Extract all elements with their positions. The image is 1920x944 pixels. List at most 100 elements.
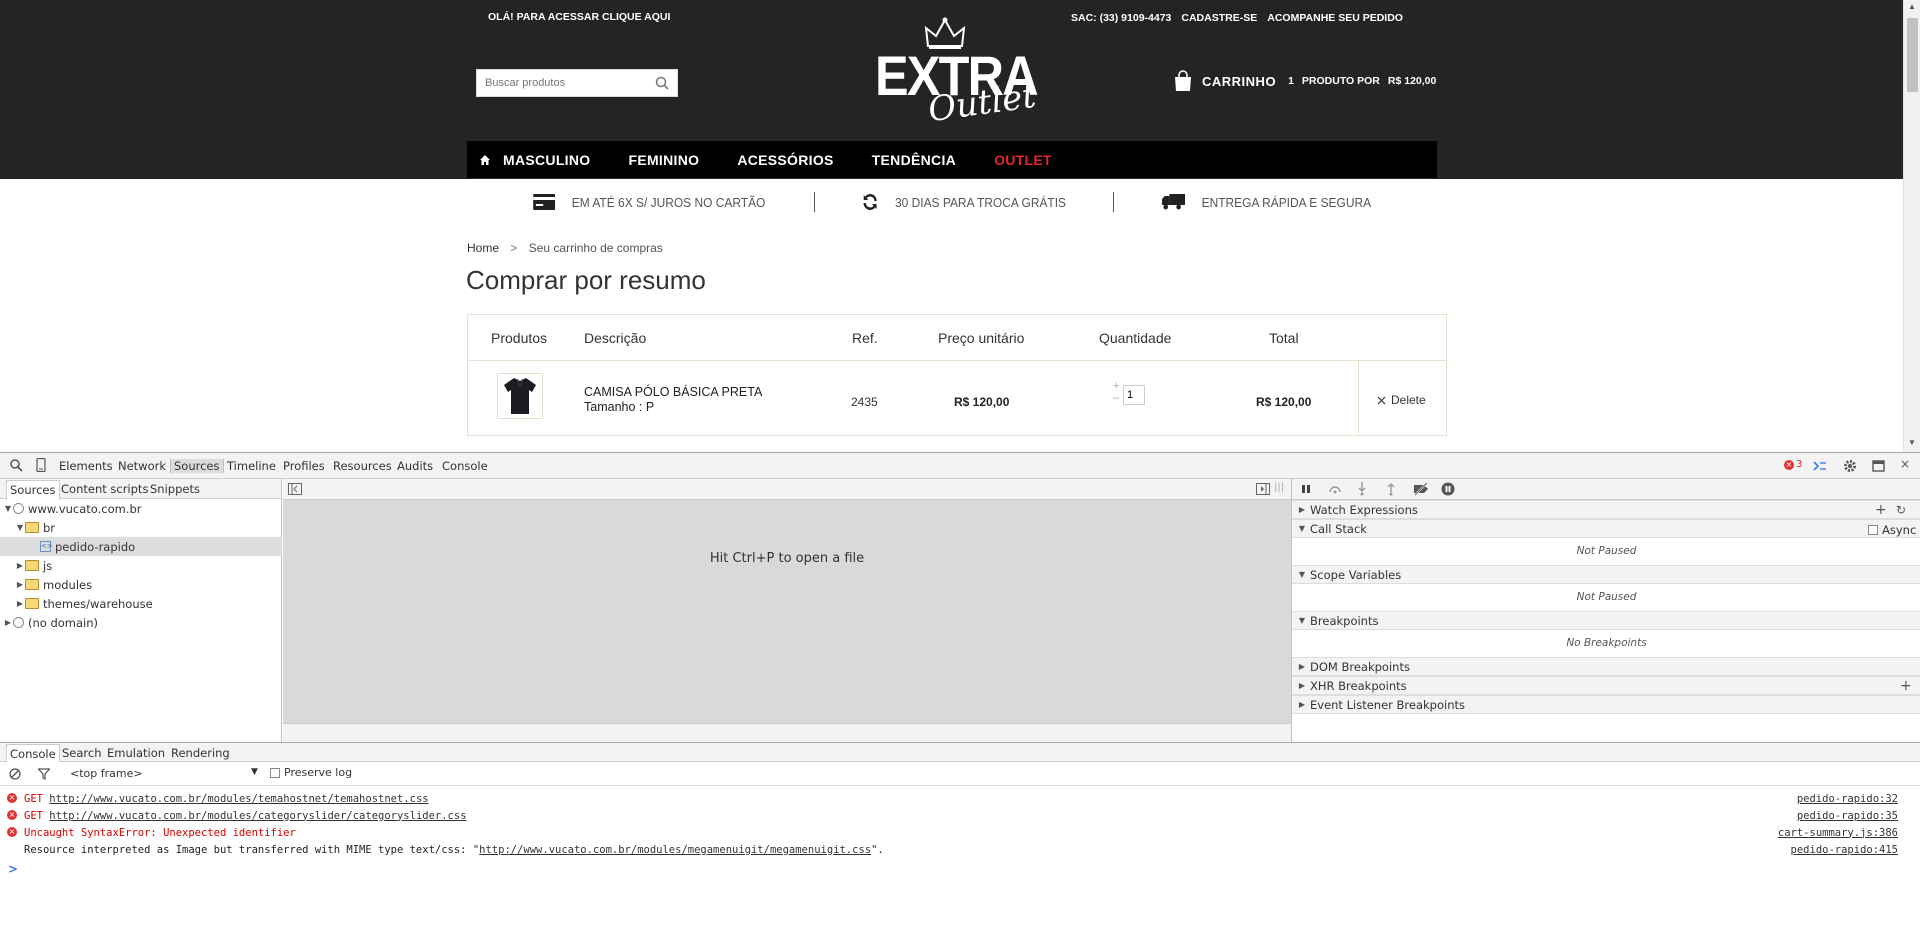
menu-outlet[interactable]: OUTLET [994,152,1052,168]
log-source-link[interactable]: pedido-rapido:35 [1797,810,1898,822]
collapse-triangle-icon[interactable]: ▼ [1297,616,1307,625]
breadcrumb-home[interactable]: Home [467,241,499,255]
preserve-log-toggle[interactable]: Preserve log [270,766,352,779]
log-url[interactable]: http://www.vucato.com.br/modules/megamen… [479,844,871,856]
drawer-tab-emulation[interactable]: Emulation [107,746,165,760]
collapse-triangle-icon[interactable]: ▼ [15,523,25,532]
search-input[interactable] [477,70,647,96]
scope-variables-section[interactable]: ▼ Scope Variables [1292,565,1920,584]
expand-triangle-icon[interactable]: ▶ [1297,505,1307,514]
tree-folder-themes[interactable]: ▶ themes/warehouse [0,594,282,613]
add-xhr-breakpoint-icon[interactable]: + [1900,678,1912,694]
tab-console[interactable]: Console [442,459,488,473]
editor-resize-handle[interactable]: ||| [1274,482,1284,493]
inspect-search-icon[interactable] [9,458,23,472]
expand-triangle-icon[interactable]: ▶ [15,599,25,608]
scrollbar-thumb[interactable] [1907,18,1918,92]
log-source-link[interactable]: pedido-rapido:415 [1791,844,1898,856]
home-icon[interactable] [467,154,503,166]
search-icon[interactable] [655,76,669,90]
error-counter[interactable]: × 3 [1784,459,1802,470]
step-out-icon[interactable] [1386,482,1396,496]
expand-triangle-icon[interactable]: ▶ [15,580,25,589]
filter-icon[interactable] [38,768,50,780]
tree-no-domain[interactable]: ▶ (no domain) [0,613,282,632]
frame-selector[interactable]: <top frame> [70,767,143,780]
menu-feminino[interactable]: FEMININO [628,152,699,168]
toggle-debugger-icon[interactable] [1256,483,1270,495]
xhr-breakpoints-section[interactable]: ▶ XHR Breakpoints + [1292,676,1920,695]
product-name[interactable]: CAMISA PÓLO BÁSICA PRETA [584,385,762,399]
console-drawer-icon[interactable] [1813,460,1827,472]
tab-sources[interactable]: Sources [170,459,224,473]
nav-tab-content-scripts[interactable]: Content scripts [61,482,148,496]
step-over-icon[interactable] [1328,484,1342,494]
toggle-navigator-icon[interactable] [288,483,302,495]
drawer-tab-console[interactable]: Console [6,744,60,764]
log-url[interactable]: http://www.vucato.com.br/modules/categor… [49,810,466,822]
track-order-link[interactable]: ACOMPANHE SEU PEDIDO [1267,12,1403,24]
menu-masculino[interactable]: MASCULINO [503,152,590,168]
deactivate-breakpoints-icon[interactable] [1412,482,1430,496]
tab-network[interactable]: Network [118,459,166,473]
dom-breakpoints-section[interactable]: ▶ DOM Breakpoints [1292,657,1920,676]
pause-icon[interactable] [1301,484,1311,494]
expand-triangle-icon[interactable]: ▶ [1297,681,1307,690]
menu-acessorios[interactable]: ACESSÓRIOS [737,152,833,168]
event-listener-breakpoints-section[interactable]: ▶ Event Listener Breakpoints [1292,695,1920,714]
collapse-triangle-icon[interactable]: ▼ [3,504,13,513]
close-devtools-icon[interactable]: × [1900,457,1910,471]
expand-triangle-icon[interactable]: ▶ [15,561,25,570]
drawer-tab-search[interactable]: Search [62,746,102,760]
login-link[interactable]: OLÁ! PARA ACESSAR CLIQUE AQUI [488,11,670,23]
add-watch-icon[interactable]: + [1875,502,1887,518]
tab-profiles[interactable]: Profiles [283,459,325,473]
drawer-tab-rendering[interactable]: Rendering [171,746,230,760]
watch-expressions-section[interactable]: ▶ Watch Expressions + ↻ [1292,500,1920,519]
settings-gear-icon[interactable] [1843,459,1857,473]
chevron-down-icon[interactable]: ▼ [251,767,258,777]
collapse-triangle-icon[interactable]: ▼ [1297,570,1307,579]
quantity-input[interactable] [1123,385,1145,405]
step-into-icon[interactable] [1357,482,1367,496]
log-url[interactable]: http://www.vucato.com.br/modules/temahos… [49,793,428,805]
tree-domain[interactable]: ▼ www.vucato.com.br [0,499,282,518]
expand-triangle-icon[interactable]: ▶ [3,618,13,627]
preserve-log-checkbox[interactable] [270,767,280,778]
expand-triangle-icon[interactable]: ▶ [1297,700,1307,709]
register-link[interactable]: CADASTRE-SE [1181,12,1257,24]
breakpoints-section[interactable]: ▼ Breakpoints [1292,611,1920,630]
page-scrollbar[interactable]: ▲ ▼ [1903,0,1920,452]
tab-elements[interactable]: Elements [59,459,113,473]
async-toggle[interactable]: Async [1868,523,1916,537]
console-prompt[interactable]: > [8,862,18,876]
site-logo[interactable]: EXTRA Outlet [872,16,1039,130]
async-checkbox[interactable] [1868,525,1878,535]
device-mode-icon[interactable] [36,458,46,472]
scroll-up-icon[interactable]: ▲ [1908,2,1916,11]
tree-folder-br[interactable]: ▼ br [0,518,282,537]
nav-tab-sources[interactable]: Sources [6,480,60,500]
collapse-triangle-icon[interactable]: ▼ [1297,524,1307,533]
quantity-minus-icon[interactable]: – [1113,393,1119,404]
cart-summary[interactable]: CARRINHO 1 PRODUTO POR R$ 120,00 [1174,70,1436,92]
call-stack-section[interactable]: ▼ Call Stack Async [1292,519,1920,538]
menu-tendencia[interactable]: TENDÊNCIA [872,152,956,168]
quantity-plus-icon[interactable]: + [1113,381,1119,392]
tree-file-pedido-rapido[interactable]: <> pedido-rapido [0,537,282,556]
tab-audits[interactable]: Audits [397,459,433,473]
delete-button[interactable]: Delete [1377,393,1426,407]
log-source-link[interactable]: pedido-rapido:32 [1797,793,1898,805]
tree-folder-js[interactable]: ▶ js [0,556,282,575]
product-thumbnail[interactable] [497,373,543,419]
log-source-link[interactable]: cart-summary.js:386 [1778,827,1898,839]
scroll-down-icon[interactable]: ▼ [1908,438,1916,447]
refresh-watch-icon[interactable]: ↻ [1896,503,1906,517]
pause-on-exceptions-icon[interactable] [1441,482,1455,496]
expand-triangle-icon[interactable]: ▶ [1297,662,1307,671]
tab-resources[interactable]: Resources [333,459,392,473]
clear-console-icon[interactable] [9,768,21,780]
dock-side-icon[interactable] [1872,459,1886,473]
tab-timeline[interactable]: Timeline [227,459,276,473]
nav-tab-snippets[interactable]: Snippets [150,482,200,496]
